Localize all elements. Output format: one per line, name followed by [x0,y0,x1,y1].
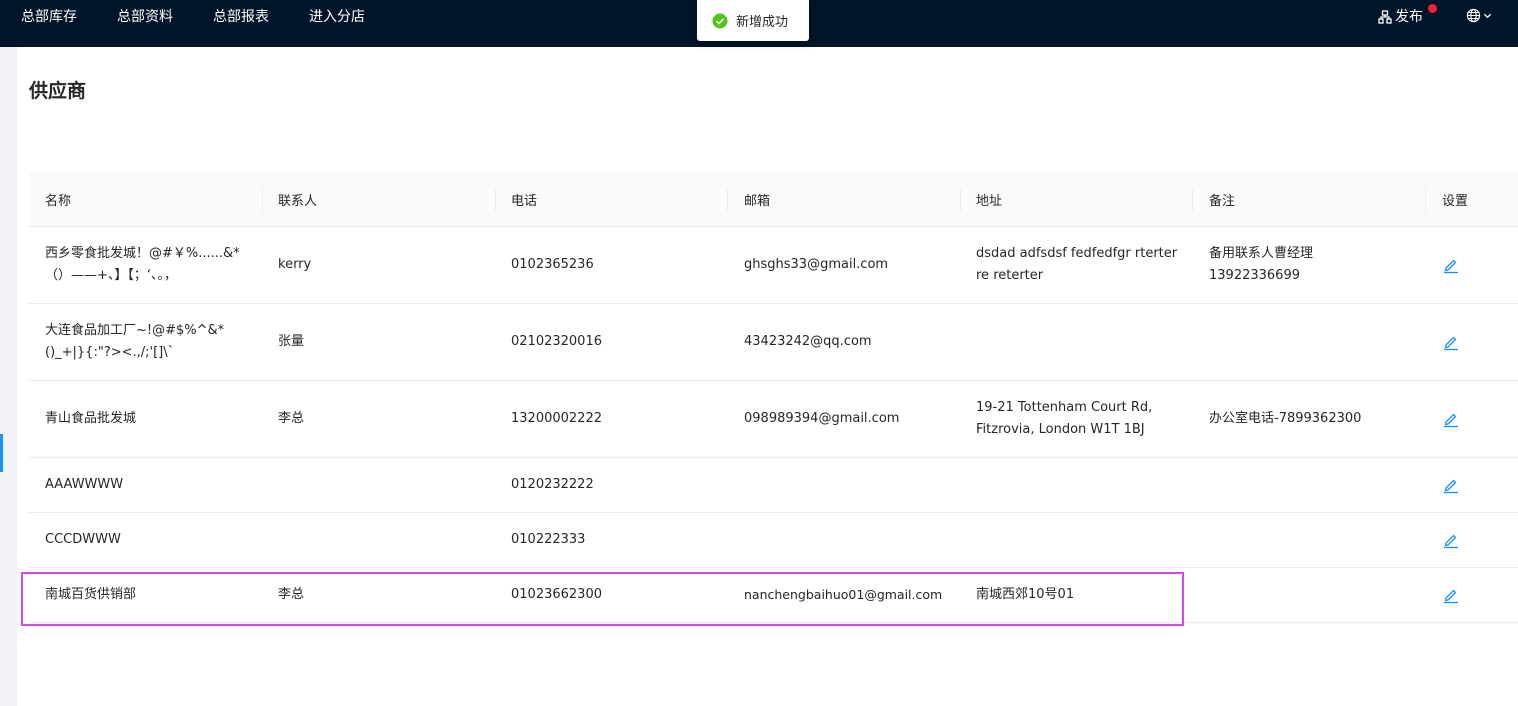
column-divider [495,189,496,211]
nav-item-enter-branch[interactable]: 进入分店 [309,8,365,26]
cell-phone: 0120232222 [511,477,594,492]
cell-contact: 张量 [278,334,305,349]
cell-name: 青山食品批发城 [45,411,137,426]
cell-address [976,304,1181,380]
chevron-down-icon [1483,13,1492,19]
cell-note [1209,568,1419,622]
success-toast: 新增成功 [697,0,809,41]
cell-name: CCCDWWW [45,532,121,547]
table-header: 名称 联系人 电话 邮箱 地址 备注 设置 [29,172,1518,227]
cell-email: nanchengbaihuo01@gmail.com [744,587,943,602]
edit-icon [1444,479,1458,494]
globe-icon [1466,8,1481,23]
supplier-table: 名称 联系人 电话 邮箱 地址 备注 设置 西乡零食批发城！@#￥%......… [29,172,1518,623]
edit-button[interactable] [1442,227,1460,303]
publish-button[interactable]: 发布 [1378,8,1423,26]
cell-address: dsdad adfsdsf fedfedfgr rterter re reter… [976,246,1178,283]
column-header-email: 邮箱 [744,194,771,209]
edit-icon [1444,259,1458,274]
nav-item-hq-reports[interactable]: 总部报表 [213,8,269,26]
cell-note: 办公室电话-7899362300 [1209,411,1362,426]
cell-note [1209,458,1419,512]
column-divider [1425,189,1426,211]
cell-address [976,513,1181,567]
left-sidebar-edge [0,47,17,706]
table-row: 南城百货供销部 李总 01023662300 nanchengbaihuo01@… [29,568,1518,623]
column-divider [727,189,728,211]
cell-phone: 02102320016 [511,334,602,349]
column-divider [1192,189,1193,211]
cell-note [1209,513,1419,567]
column-header-contact: 联系人 [278,194,318,209]
toast-message: 新增成功 [736,15,789,30]
cell-name: 大连食品加工厂~!@#$%^&*()_+|}{:"?><.,/;'[]\` [45,323,225,360]
page-title: 供应商 [29,80,87,102]
cell-address: 19-21 Tottenham Court Rd, Fitzrovia, Lon… [976,400,1153,437]
cell-address [976,458,1181,512]
cell-email: 098989394@gmail.com [744,411,900,426]
cell-phone: 01023662300 [511,587,602,602]
cell-contact [278,513,488,567]
edit-button[interactable] [1442,381,1460,457]
cell-phone: 0102365236 [511,257,594,272]
cell-phone: 13200002222 [511,411,602,426]
cell-contact: kerry [278,257,312,272]
cell-contact: 李总 [278,587,305,602]
edit-icon [1444,534,1458,549]
nav-item-hq-data[interactable]: 总部资料 [117,8,173,26]
cell-contact [278,458,488,512]
check-circle-icon [712,13,728,28]
cell-note: 备用联系人曹经理 13922336699 [1209,246,1314,283]
column-header-name: 名称 [45,194,72,209]
column-header-settings: 设置 [1442,194,1469,209]
edit-button[interactable] [1442,304,1460,380]
edit-icon [1444,413,1458,428]
table-row: CCCDWWW 010222333 [29,513,1518,568]
table-row: AAAWWWW 0120232222 [29,458,1518,513]
column-header-note: 备注 [1209,194,1236,209]
column-header-address: 地址 [976,194,1003,209]
table-row: 青山食品批发城 李总 13200002222 098989394@gmail.c… [29,381,1518,458]
column-divider [960,189,961,211]
language-switcher[interactable] [1466,8,1492,23]
cell-name: 南城百货供销部 [45,587,137,602]
cell-email [744,513,956,567]
edit-icon [1444,336,1458,351]
edit-icon [1444,589,1458,604]
cell-email: 43423242@qq.com [744,334,872,349]
network-icon [1378,10,1392,24]
cell-note [1209,304,1349,380]
active-indicator [0,434,3,472]
cell-email [744,458,956,512]
publish-label: 发布 [1395,9,1423,25]
cell-address: 南城西郊10号01 [976,587,1075,602]
column-divider [262,189,263,211]
table-row: 西乡零食批发城！@#￥%......&*（）——+、】【；‘、。， kerry … [29,227,1518,304]
cell-name: 西乡零食批发城！@#￥%......&*（）——+、】【；‘、。， [45,246,240,283]
edit-button[interactable] [1442,568,1460,622]
nav-item-hq-inventory[interactable]: 总部库存 [21,8,77,26]
notification-badge [1428,4,1437,13]
cell-name: AAAWWWW [45,477,124,492]
cell-email: ghsghs33@gmail.com [744,257,889,272]
edit-button[interactable] [1442,513,1460,567]
table-row: 大连食品加工厂~!@#$%^&*()_+|}{:"?><.,/;'[]\` 张量… [29,304,1518,381]
column-header-phone: 电话 [511,194,538,209]
cell-contact: 李总 [278,411,305,426]
cell-phone: 010222333 [511,532,586,547]
edit-button[interactable] [1442,458,1460,512]
